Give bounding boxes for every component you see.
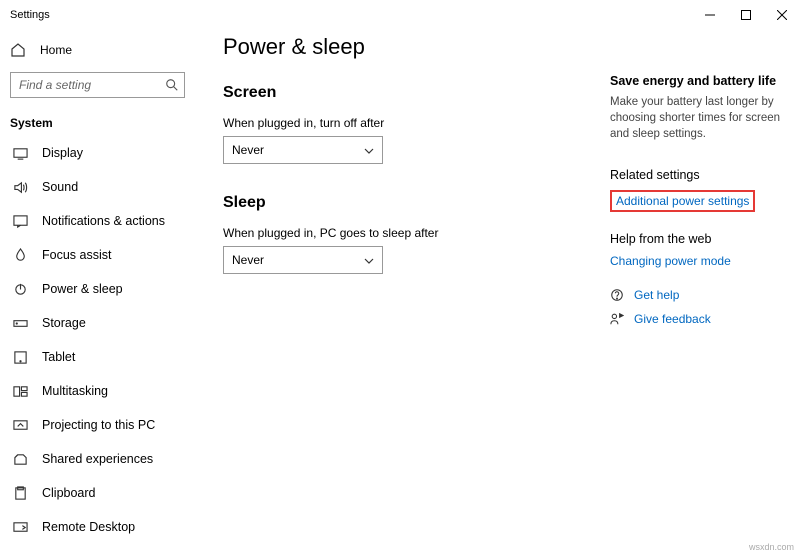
highlight-box: Additional power settings bbox=[610, 190, 755, 212]
focus-assist-icon bbox=[12, 247, 28, 263]
sidebar-item-label: Shared experiences bbox=[42, 452, 153, 466]
sidebar-item-notifications[interactable]: Notifications & actions bbox=[0, 204, 195, 238]
feedback-icon bbox=[610, 312, 624, 326]
sleep-heading: Sleep bbox=[223, 194, 610, 212]
sidebar-item-remote-desktop[interactable]: Remote Desktop bbox=[0, 510, 195, 544]
tablet-icon bbox=[12, 349, 28, 365]
storage-icon bbox=[12, 315, 28, 331]
changing-power-mode-link[interactable]: Changing power mode bbox=[610, 254, 790, 268]
sidebar-item-label: Tablet bbox=[42, 350, 75, 364]
give-feedback-link[interactable]: Give feedback bbox=[610, 312, 790, 326]
page-title: Power & sleep bbox=[223, 34, 610, 60]
sidebar: Home System Display Sound Notifications … bbox=[0, 30, 195, 556]
sidebar-item-sound[interactable]: Sound bbox=[0, 170, 195, 204]
sidebar-item-label: Focus assist bbox=[42, 248, 111, 262]
projecting-icon bbox=[12, 417, 28, 433]
sleep-timeout-value: Never bbox=[232, 253, 264, 267]
related-heading: Related settings bbox=[610, 168, 790, 182]
maximize-button[interactable] bbox=[728, 0, 764, 30]
sidebar-item-label: Sound bbox=[42, 180, 78, 194]
multitasking-icon bbox=[12, 383, 28, 399]
main-content: Power & sleep Screen When plugged in, tu… bbox=[223, 34, 610, 556]
chevron-down-icon bbox=[364, 255, 374, 265]
power-icon bbox=[12, 281, 28, 297]
screen-timeout-select[interactable]: Never bbox=[223, 136, 383, 164]
close-button[interactable] bbox=[764, 0, 800, 30]
get-help-link[interactable]: Get help bbox=[610, 288, 790, 302]
home-icon bbox=[10, 42, 26, 58]
tip-heading: Save energy and battery life bbox=[610, 74, 790, 88]
sidebar-item-storage[interactable]: Storage bbox=[0, 306, 195, 340]
search-icon bbox=[165, 78, 179, 92]
chevron-down-icon bbox=[364, 145, 374, 155]
search-box[interactable] bbox=[10, 72, 185, 98]
sidebar-item-display[interactable]: Display bbox=[0, 136, 195, 170]
sidebar-item-label: Notifications & actions bbox=[42, 214, 165, 228]
home-label: Home bbox=[40, 43, 72, 57]
home-link[interactable]: Home bbox=[0, 36, 195, 64]
give-feedback-label: Give feedback bbox=[634, 312, 711, 326]
screen-timeout-value: Never bbox=[232, 143, 264, 157]
sidebar-item-focus-assist[interactable]: Focus assist bbox=[0, 238, 195, 272]
sound-icon bbox=[12, 179, 28, 195]
sidebar-item-multitasking[interactable]: Multitasking bbox=[0, 374, 195, 408]
sidebar-item-label: Projecting to this PC bbox=[42, 418, 155, 432]
sidebar-item-projecting[interactable]: Projecting to this PC bbox=[0, 408, 195, 442]
shared-icon bbox=[12, 451, 28, 467]
sidebar-item-power-sleep[interactable]: Power & sleep bbox=[0, 272, 195, 306]
screen-heading: Screen bbox=[223, 84, 610, 102]
tip-text: Make your battery last longer by choosin… bbox=[610, 94, 790, 142]
sidebar-item-label: Display bbox=[42, 146, 83, 160]
sidebar-item-label: Power & sleep bbox=[42, 282, 123, 296]
sleep-label: When plugged in, PC goes to sleep after bbox=[223, 226, 610, 240]
screen-label: When plugged in, turn off after bbox=[223, 116, 610, 130]
right-pane: Save energy and battery life Make your b… bbox=[610, 34, 790, 556]
get-help-label: Get help bbox=[634, 288, 679, 302]
minimize-button[interactable] bbox=[692, 0, 728, 30]
notifications-icon bbox=[12, 213, 28, 229]
display-icon bbox=[12, 145, 28, 161]
help-heading: Help from the web bbox=[610, 232, 790, 246]
help-icon bbox=[610, 288, 624, 302]
window-title: Settings bbox=[10, 9, 50, 21]
sidebar-item-label: Remote Desktop bbox=[42, 520, 135, 534]
clipboard-icon bbox=[12, 485, 28, 501]
sidebar-item-shared-experiences[interactable]: Shared experiences bbox=[0, 442, 195, 476]
sidebar-item-label: Multitasking bbox=[42, 384, 108, 398]
sleep-timeout-select[interactable]: Never bbox=[223, 246, 383, 274]
remote-desktop-icon bbox=[12, 519, 28, 535]
sidebar-item-tablet[interactable]: Tablet bbox=[0, 340, 195, 374]
search-input[interactable] bbox=[10, 72, 185, 98]
category-label: System bbox=[0, 108, 195, 136]
sidebar-item-clipboard[interactable]: Clipboard bbox=[0, 476, 195, 510]
watermark: wsxdn.com bbox=[749, 542, 794, 552]
additional-power-settings-link[interactable]: Additional power settings bbox=[616, 194, 749, 208]
sidebar-item-label: Clipboard bbox=[42, 486, 96, 500]
sidebar-item-label: Storage bbox=[42, 316, 86, 330]
